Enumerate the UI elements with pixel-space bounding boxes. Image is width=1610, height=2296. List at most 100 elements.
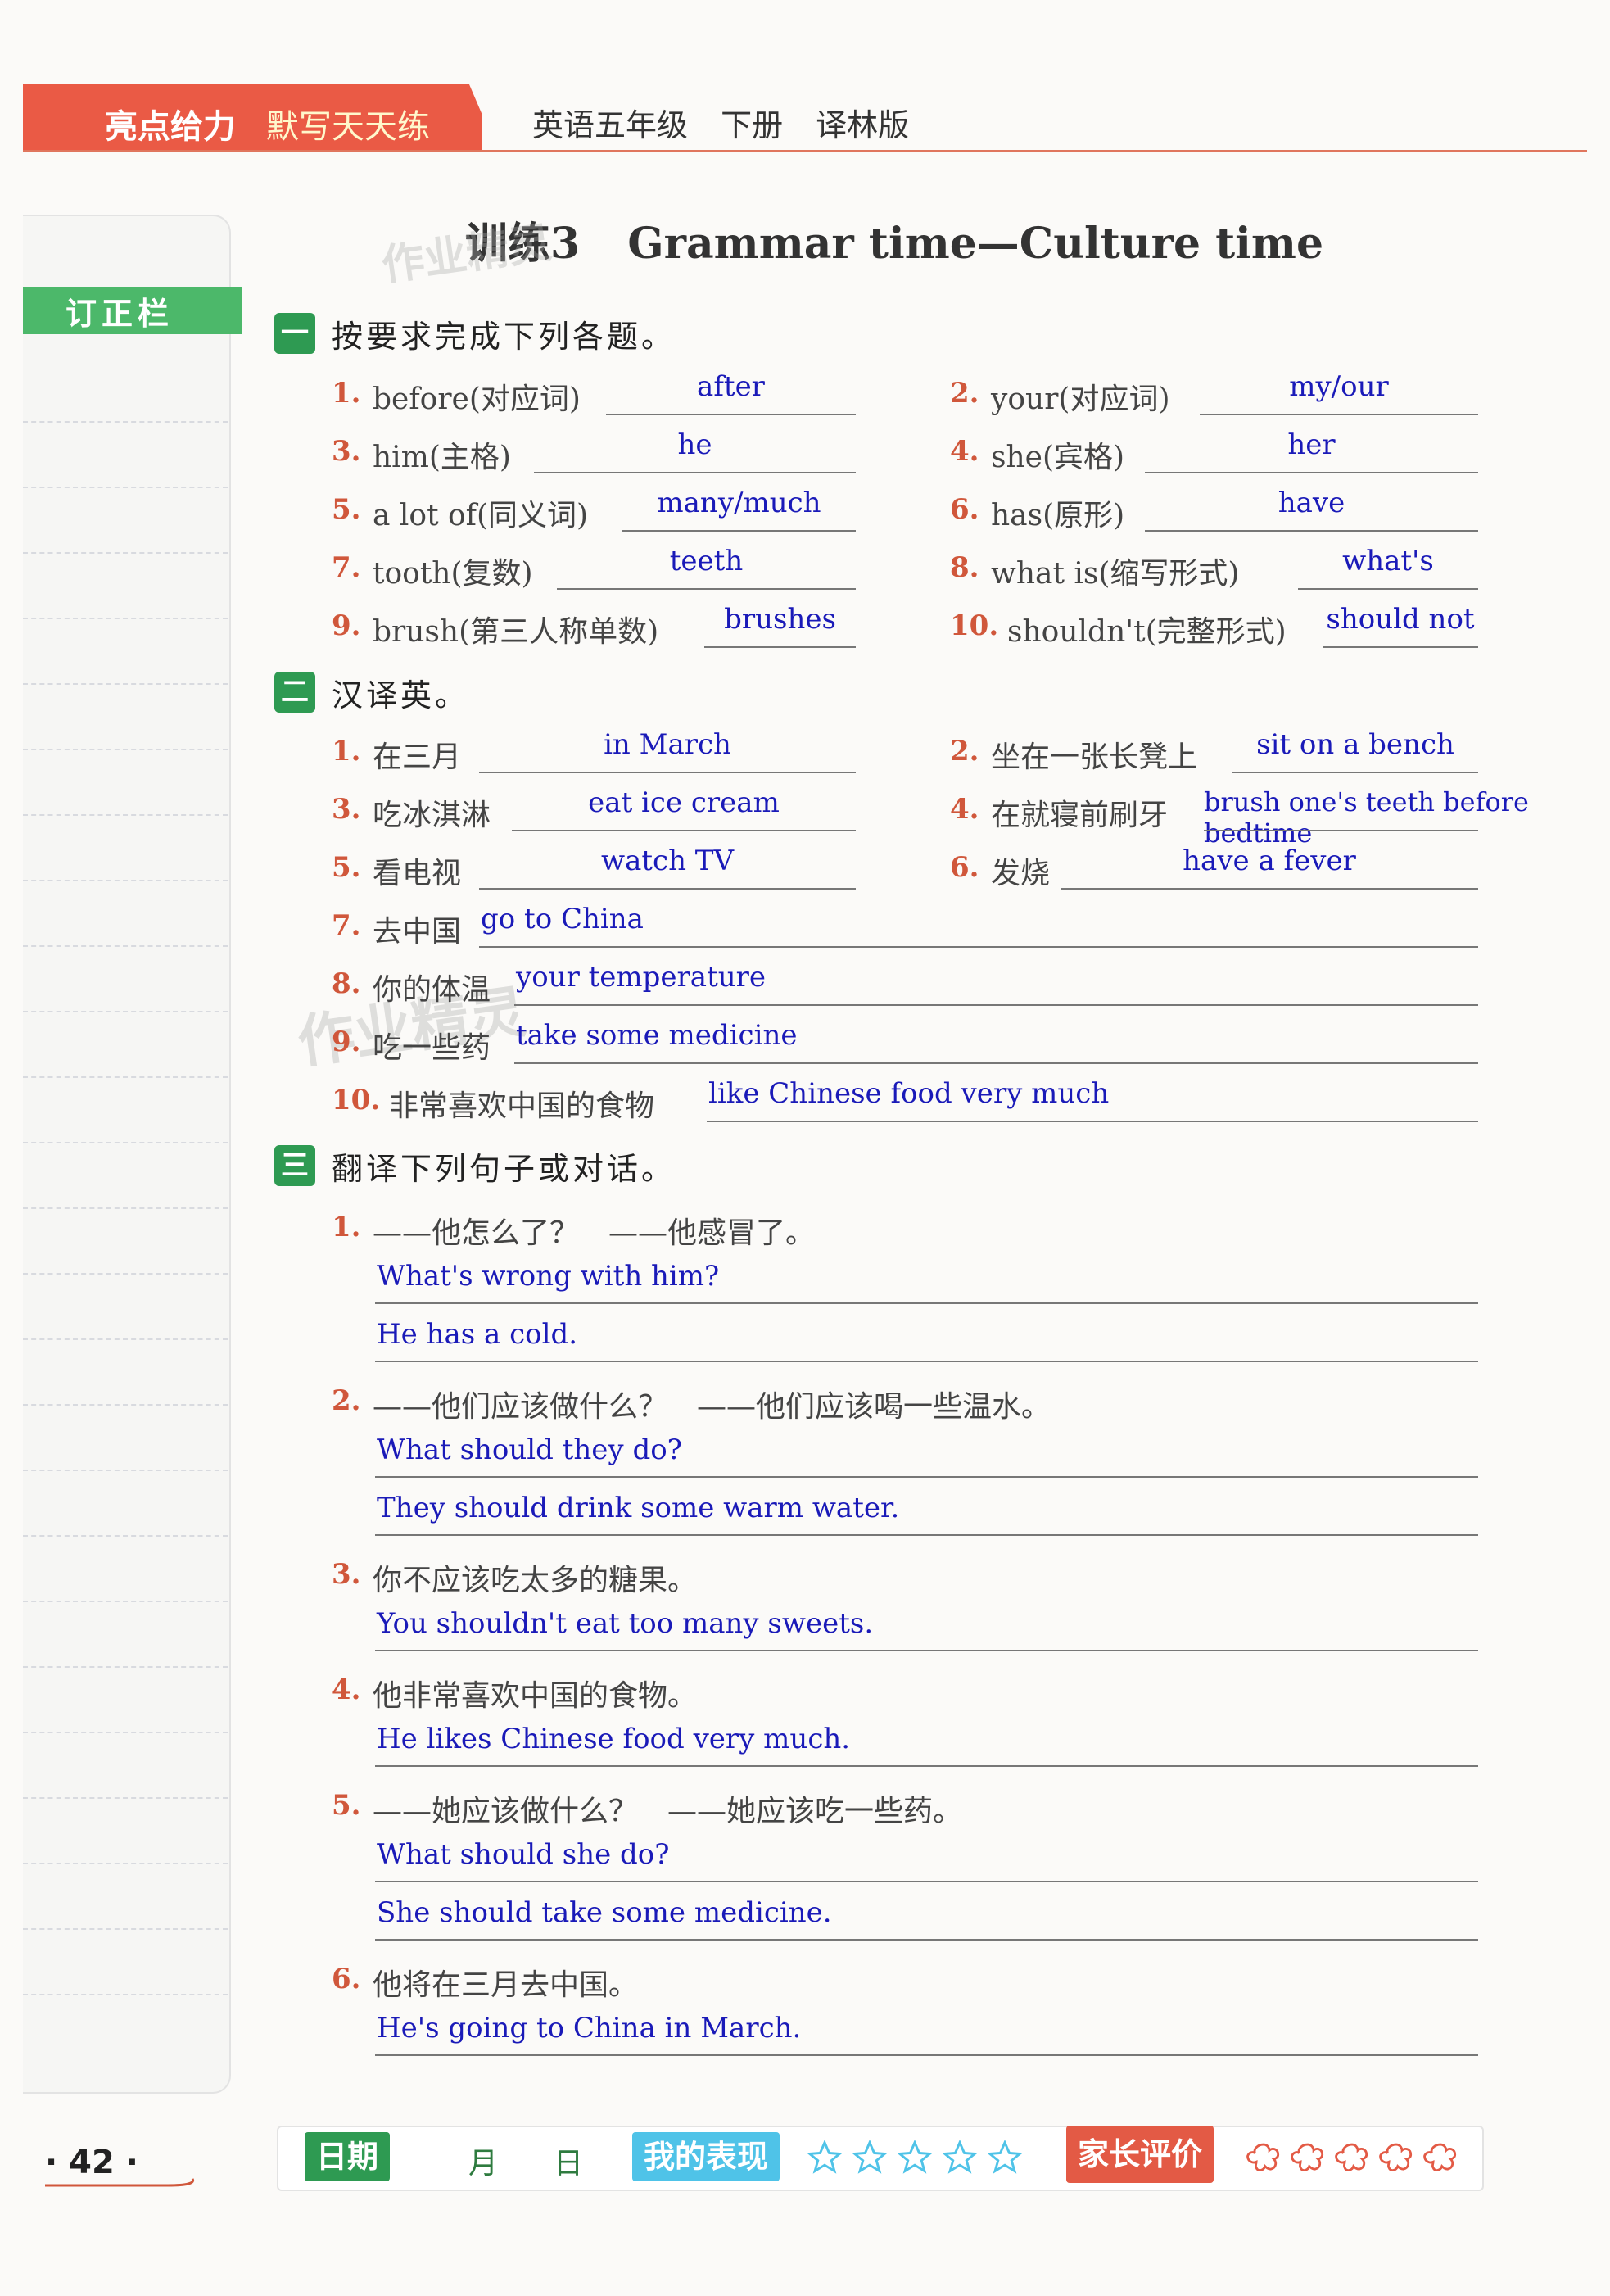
star-icon[interactable] — [852, 2140, 888, 2176]
item-question: 你不应该吃太多的糖果。 — [373, 1564, 698, 1597]
answer-line — [1298, 588, 1478, 590]
day-label: 日 — [554, 2147, 584, 2181]
side-line — [23, 1470, 228, 1471]
answer-line — [534, 472, 856, 473]
brand-name: 亮点给力 — [105, 108, 236, 146]
flower-icon[interactable] — [1289, 2140, 1327, 2176]
performance-label: 我的表现 — [632, 2132, 780, 2181]
item-question: brush(第三人称单数) — [373, 615, 659, 649]
item-question: 发烧 — [991, 857, 1051, 890]
answer-line — [375, 1361, 1478, 1362]
item-number: 6. — [950, 493, 979, 526]
item-question: what is(缩写形式) — [991, 557, 1240, 591]
answer-line — [375, 1881, 1478, 1882]
correction-label: 订正栏 — [66, 296, 174, 332]
star-icon[interactable] — [942, 2140, 978, 2176]
item-answer: go to China — [481, 903, 644, 935]
flower-icon[interactable] — [1377, 2140, 1415, 2176]
side-line — [23, 1142, 228, 1143]
item-answer: She should take some medicine. — [377, 1896, 832, 1929]
item-number: 9. — [332, 1026, 361, 1058]
item-question: 吃一些药 — [373, 1031, 491, 1065]
answer-line — [479, 772, 856, 773]
answer-line — [606, 414, 856, 415]
parent-evaluation-label: 家长评价 — [1066, 2126, 1214, 2183]
flower-icon[interactable] — [1245, 2140, 1282, 2176]
flower-icon[interactable] — [1333, 2140, 1371, 2176]
answer-line — [1061, 888, 1478, 890]
item-answer: after — [697, 370, 765, 403]
side-line — [23, 618, 228, 619]
item-answer: my/our — [1289, 370, 1389, 403]
item-question: 他非常喜欢中国的食物。 — [373, 1679, 698, 1713]
side-line — [23, 683, 228, 685]
side-line — [23, 1928, 228, 1930]
header-divider — [23, 150, 1587, 152]
item-answer: He's going to China in March. — [377, 2012, 802, 2045]
item-number: 10. — [332, 1084, 381, 1116]
side-line — [23, 749, 228, 750]
item-question: shouldn't(完整形式) — [1007, 615, 1287, 649]
item-question: ——她应该做什么？ ——她应该吃一些药。 — [373, 1795, 963, 1828]
answer-line — [707, 1121, 1478, 1122]
item-question: your(对应词) — [991, 383, 1170, 416]
item-question: ——他们应该做什么？ ——他们应该喝一些温水。 — [373, 1390, 1051, 1424]
item-number: 8. — [332, 967, 361, 1000]
item-question: tooth(复数) — [373, 557, 533, 591]
item-question: has(原形) — [991, 499, 1125, 532]
item-number: 3. — [332, 1558, 361, 1591]
star-icon[interactable] — [897, 2140, 933, 2176]
item-number: 9. — [332, 609, 361, 642]
side-line — [23, 1863, 228, 1864]
item-number: 6. — [332, 1963, 361, 1995]
side-line — [23, 1273, 228, 1275]
item-question: 在三月 — [373, 740, 462, 774]
item-number: 2. — [332, 1384, 361, 1417]
item-number: 5. — [332, 1789, 361, 1822]
star-icon[interactable] — [987, 2140, 1023, 2176]
item-number: 3. — [332, 793, 361, 826]
item-answer: teeth — [669, 545, 744, 577]
item-number: 2. — [950, 735, 979, 768]
item-question: 非常喜欢中国的食物 — [389, 1089, 655, 1123]
answer-line — [514, 1004, 1478, 1006]
item-number: 5. — [332, 493, 361, 526]
item-answer: he — [677, 428, 712, 461]
answer-line — [375, 1650, 1478, 1651]
item-answer: should not — [1326, 603, 1475, 636]
item-answer: your temperature — [516, 961, 767, 994]
flower-icon[interactable] — [1422, 2140, 1459, 2176]
answer-line — [375, 2054, 1478, 2056]
side-line — [23, 1666, 228, 1668]
section-heading: 汉译英。 — [332, 677, 470, 713]
item-answer: her — [1287, 428, 1336, 461]
item-number: 8. — [950, 551, 979, 584]
side-line — [23, 552, 228, 554]
item-answer: You shouldn't eat too many sweets. — [377, 1607, 874, 1640]
item-answer: What should she do? — [377, 1838, 670, 1871]
side-line — [23, 880, 228, 881]
item-number: 5. — [332, 851, 361, 884]
correction-column — [23, 215, 231, 2094]
series-name: 默写天天练 — [266, 108, 430, 146]
item-answer: take some medicine — [516, 1019, 798, 1052]
answer-line — [375, 1302, 1478, 1304]
date-label: 日期 — [305, 2132, 391, 2181]
item-answer: have a fever — [1183, 845, 1356, 877]
item-answer: brushes — [724, 603, 836, 636]
answer-line — [512, 830, 856, 831]
item-number: 2. — [950, 377, 979, 410]
item-number: 10. — [950, 609, 999, 642]
item-answer: what's — [1342, 545, 1434, 577]
side-line — [23, 1207, 228, 1209]
side-line — [23, 1076, 228, 1078]
section-badge: 二 — [274, 672, 315, 713]
item-number: 4. — [332, 1673, 361, 1706]
item-number: 4. — [950, 793, 979, 826]
item-answer: He has a cold. — [377, 1318, 578, 1351]
answer-line — [557, 588, 856, 590]
item-answer: brush one's teeth before bedtime — [1204, 786, 1529, 849]
item-answer: like Chinese food very much — [708, 1077, 1110, 1110]
item-question: 去中国 — [373, 915, 462, 949]
star-icon[interactable] — [807, 2140, 843, 2176]
